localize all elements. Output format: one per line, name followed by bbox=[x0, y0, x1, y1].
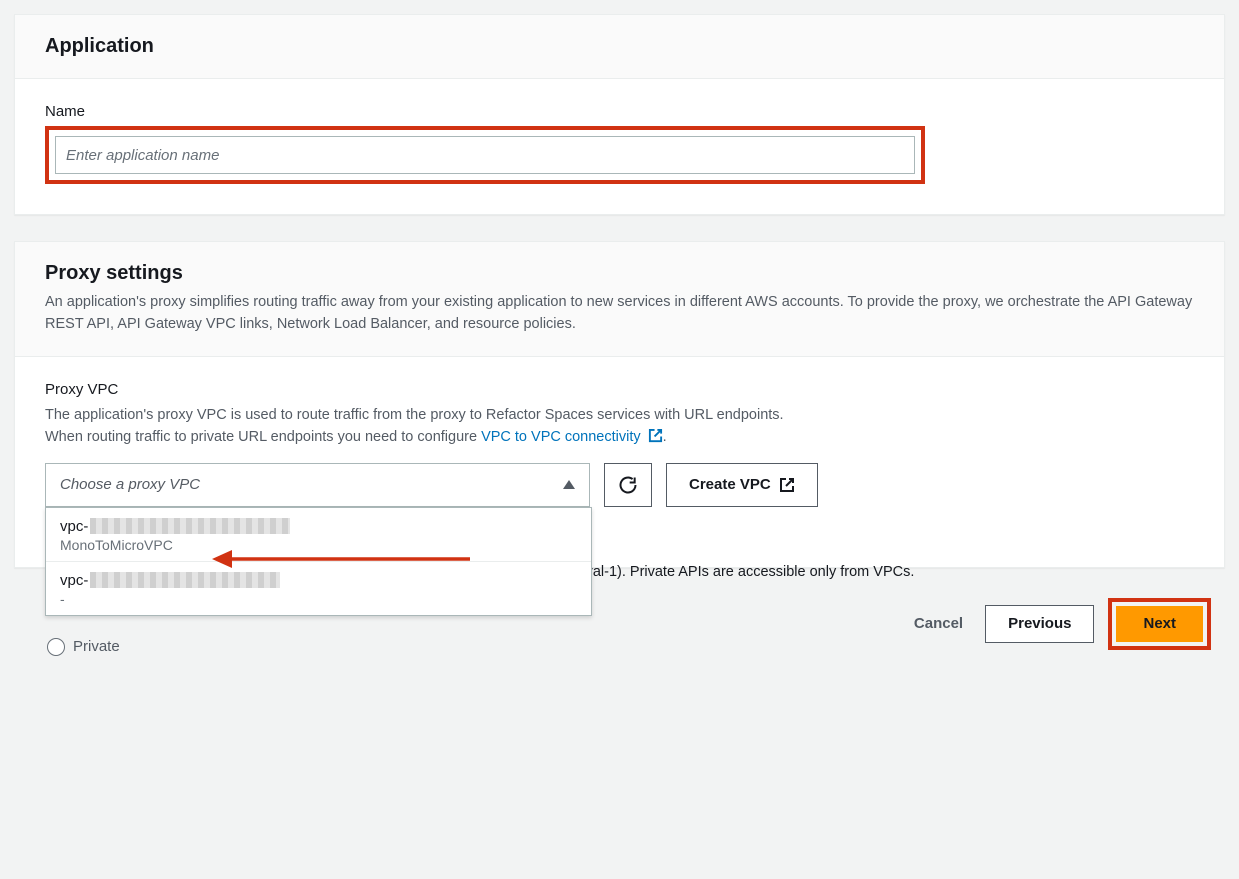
create-vpc-button[interactable]: Create VPC bbox=[666, 463, 818, 507]
private-radio[interactable] bbox=[47, 638, 65, 656]
refresh-icon bbox=[618, 475, 638, 495]
vpc-connectivity-link[interactable]: VPC to VPC connectivity bbox=[481, 429, 663, 445]
proxy-title: Proxy settings bbox=[45, 262, 1194, 285]
application-panel: Application Name bbox=[14, 14, 1225, 215]
proxy-vpc-select-placeholder: Choose a proxy VPC bbox=[60, 476, 200, 493]
next-button[interactable]: Next bbox=[1116, 606, 1203, 642]
external-link-icon bbox=[648, 428, 663, 443]
application-name-input[interactable] bbox=[55, 136, 915, 174]
proxy-vpc-help-2: When routing traffic to private URL endp… bbox=[45, 426, 1194, 448]
vpc-option-1[interactable]: vpc- MonoToMicroVPC bbox=[46, 508, 591, 562]
external-link-icon bbox=[779, 477, 795, 493]
vpc-option-1-id-prefix: vpc- bbox=[60, 518, 88, 535]
vpc-option-2-id-prefix: vpc- bbox=[60, 572, 88, 589]
redacted-text bbox=[90, 518, 290, 534]
proxy-settings-panel: Proxy settings An application's proxy si… bbox=[14, 241, 1225, 568]
region-hint-partial: ral-1). Private APIs are accessible only… bbox=[588, 564, 914, 580]
vpc-option-1-name: MonoToMicroVPC bbox=[60, 537, 577, 553]
proxy-vpc-label: Proxy VPC bbox=[45, 381, 1194, 398]
name-highlight-annotation bbox=[45, 126, 925, 184]
chevron-up-icon bbox=[563, 480, 575, 489]
redacted-text bbox=[90, 572, 280, 588]
proxy-panel-header: Proxy settings An application's proxy si… bbox=[15, 242, 1224, 357]
application-panel-header: Application bbox=[15, 15, 1224, 79]
proxy-vpc-dropdown: vpc- MonoToMicroVPC vpc- - bbox=[45, 507, 592, 616]
private-radio-label: Private bbox=[73, 638, 120, 655]
vpc-option-2-name: - bbox=[60, 591, 577, 607]
vpc-option-2[interactable]: vpc- - bbox=[46, 562, 591, 615]
previous-button[interactable]: Previous bbox=[985, 605, 1094, 643]
refresh-button[interactable] bbox=[604, 463, 652, 507]
application-title: Application bbox=[45, 35, 1194, 58]
proxy-vpc-help-1: The application's proxy VPC is used to r… bbox=[45, 404, 1194, 426]
next-highlight-annotation: Next bbox=[1108, 598, 1211, 650]
proxy-description: An application's proxy simplifies routin… bbox=[45, 291, 1194, 336]
proxy-vpc-select[interactable]: Choose a proxy VPC vpc- MonoToMicroVPC bbox=[45, 463, 590, 507]
name-label: Name bbox=[45, 103, 1194, 120]
cancel-button[interactable]: Cancel bbox=[906, 605, 971, 642]
